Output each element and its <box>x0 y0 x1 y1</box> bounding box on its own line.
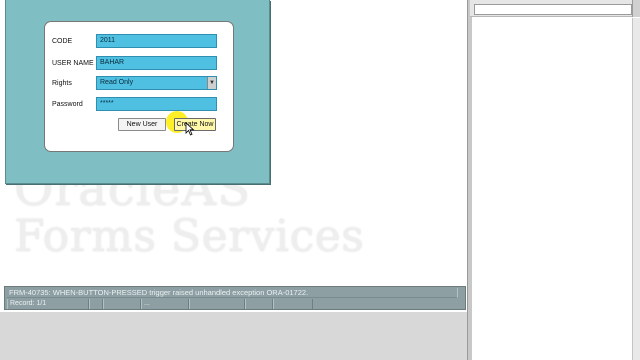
status-cell-6 <box>245 299 273 309</box>
status-cells: Record: 1/1 ... <box>7 299 462 309</box>
rights-select[interactable]: Read Only ▼ <box>96 76 217 90</box>
vertical-scrollbar[interactable] <box>632 18 640 360</box>
status-message: FRM-40735: WHEN-BUTTON-PRESSED trigger r… <box>7 288 459 298</box>
code-field[interactable]: 2011 <box>96 34 217 48</box>
status-cell-4: ... <box>141 299 189 309</box>
username-label: USER NAME <box>52 59 94 67</box>
status-bar: FRM-40735: WHEN-BUTTON-PRESSED trigger r… <box>4 286 466 310</box>
user-form-panel: CODE 2011 USER NAME BAHAR Rights Read On… <box>44 21 234 152</box>
username-field[interactable]: BAHAR <box>96 56 217 70</box>
right-address-input[interactable] <box>474 4 632 15</box>
code-label: CODE <box>52 37 73 45</box>
watermark-line2: Forms Services <box>14 211 365 262</box>
record-indicator: Record: 1/1 <box>7 299 89 309</box>
status-end <box>457 288 462 298</box>
scroll-right-button[interactable] <box>632 0 640 17</box>
status-cell-2 <box>89 299 103 309</box>
bottom-area <box>0 312 470 360</box>
forms-canvas: OracleAS Forms Services CODE 2011 USER N… <box>0 0 470 312</box>
form-window: CODE 2011 USER NAME BAHAR Rights Read On… <box>5 0 270 184</box>
rights-selected-value: Read Only <box>100 79 134 86</box>
mouse-pointer-icon <box>185 122 195 136</box>
rights-label: Rights <box>52 79 72 87</box>
password-label: Password <box>52 100 83 108</box>
status-cell-3 <box>103 299 141 309</box>
chevron-down-icon[interactable]: ▼ <box>207 77 216 89</box>
right-pane <box>472 0 640 360</box>
screen: OracleAS Forms Services CODE 2011 USER N… <box>0 0 640 360</box>
new-user-button[interactable]: New User <box>118 118 166 131</box>
status-cell-7 <box>273 299 313 309</box>
status-cell-5 <box>189 299 245 309</box>
create-now-button[interactable]: Create Now <box>174 118 216 131</box>
password-field[interactable]: ***** <box>96 97 217 111</box>
